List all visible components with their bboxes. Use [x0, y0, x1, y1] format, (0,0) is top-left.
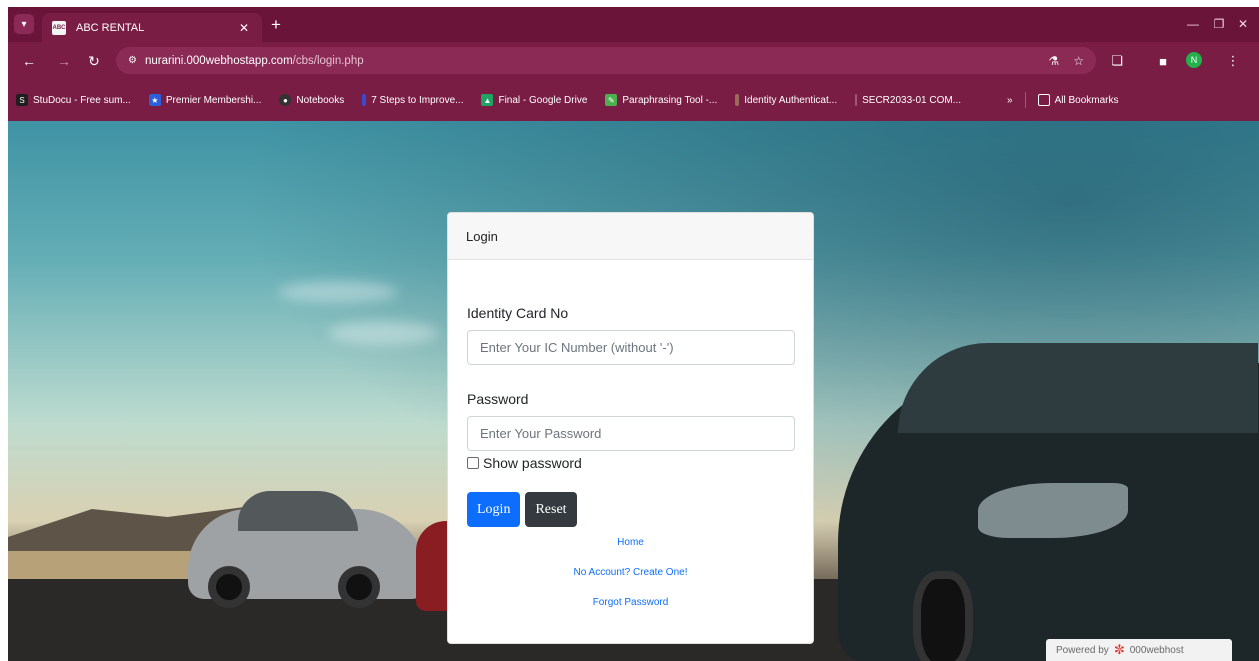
- address-bar[interactable]: ⚙ nurarini.000webhostapp.com/cbs/login.p…: [116, 47, 1096, 74]
- profile-avatar[interactable]: N: [1186, 52, 1202, 68]
- login-form: Identity Card No Password Show password …: [448, 305, 813, 608]
- bookmark-item[interactable]: SECR2033-01 COM...: [855, 94, 961, 106]
- url-host: nurarini.000webhostapp.com: [144, 54, 293, 67]
- site-info-icon[interactable]: ⚙: [128, 55, 137, 66]
- dark-car-image: [838, 343, 1259, 661]
- bookmark-label: Premier Membershi...: [165, 94, 262, 106]
- menu-icon[interactable]: ⋮: [1222, 51, 1244, 71]
- reset-button[interactable]: Reset: [525, 492, 577, 527]
- close-tab-icon[interactable]: ✕: [236, 21, 252, 35]
- identity-icon: [735, 94, 740, 106]
- browser-chrome: ▾ ABC ABC RENTAL ✕ + — ❐ ✕ ← → ↻ ⚙ nurar…: [8, 7, 1259, 121]
- show-password-toggle[interactable]: Show password: [467, 455, 794, 471]
- star-icon: ★: [148, 94, 161, 106]
- bookmark-item[interactable]: S StuDocu - Free sum...: [16, 94, 131, 106]
- tab-title: ABC RENTAL: [76, 21, 145, 34]
- show-password-checkbox[interactable]: [467, 457, 479, 469]
- bookmark-item[interactable]: Identity Authenticat...: [735, 94, 837, 106]
- site-favicon-icon: ABC: [52, 20, 66, 35]
- ic-number-input[interactable]: [467, 330, 795, 365]
- new-tab-icon[interactable]: +: [264, 13, 288, 37]
- card-title: Login: [466, 228, 498, 244]
- notebooks-icon: ●: [279, 94, 292, 106]
- key-icon[interactable]: ⚗: [1048, 54, 1059, 68]
- password-input[interactable]: [467, 416, 795, 451]
- page-content: Login Identity Card No Password Show pas…: [8, 121, 1259, 661]
- paraphrasing-icon: ✎: [605, 94, 618, 106]
- wheel: [208, 566, 250, 608]
- bookmark-label: StuDocu - Free sum...: [33, 94, 131, 106]
- ic-label: Identity Card No: [467, 305, 569, 321]
- more-bookmarks-icon[interactable]: »: [1007, 95, 1013, 106]
- bookmark-label: Paraphrasing Tool -...: [622, 94, 718, 106]
- back-icon[interactable]: ←: [18, 51, 40, 71]
- bookmark-label: Identity Authenticat...: [744, 94, 838, 106]
- wheel: [338, 566, 380, 608]
- bookmark-label: 7 Steps to Improve...: [371, 94, 464, 106]
- hosting-badge[interactable]: Powered by ✼ 000webhost: [1046, 639, 1232, 661]
- cloud: [328, 321, 438, 345]
- folder-icon: [1037, 94, 1050, 106]
- bookmark-star-icon[interactable]: ☆: [1073, 54, 1084, 68]
- close-window-icon[interactable]: ✕: [1230, 13, 1256, 35]
- side-panel-icon[interactable]: ■: [1152, 51, 1174, 71]
- bookmark-label: SECR2033-01 COM...: [862, 94, 962, 106]
- badge-brand: 000webhost: [1129, 644, 1184, 656]
- cloud: [278, 281, 398, 303]
- studocu-icon: S: [16, 94, 28, 106]
- bookmark-item[interactable]: ▲ Final - Google Drive: [481, 94, 587, 106]
- bookmark-item[interactable]: ★ Premier Membershi...: [148, 94, 262, 106]
- 000webhost-logo-icon: ✼: [1113, 642, 1125, 657]
- tab-search-icon[interactable]: ▾: [14, 14, 34, 34]
- bookmark-item[interactable]: 7 Steps to Improve...: [362, 94, 463, 106]
- url-text: nurarini.000webhostapp.com/cbs/login.php: [145, 55, 364, 67]
- show-password-label: Show password: [483, 455, 582, 471]
- wheel: [913, 571, 973, 661]
- forgot-password-link[interactable]: Forgot Password: [467, 597, 794, 608]
- all-bookmarks-label: All Bookmarks: [1054, 94, 1119, 106]
- bookmark-item[interactable]: ● Notebooks: [279, 94, 344, 106]
- login-button[interactable]: Login: [467, 492, 521, 527]
- bookmark-item[interactable]: ✎ Paraphrasing Tool -...: [605, 94, 717, 106]
- home-link[interactable]: Home: [467, 537, 794, 548]
- google-drive-icon: ▲: [481, 94, 494, 106]
- toolbar: ← → ↻ ⚙ nurarini.000webhostapp.com/cbs/l…: [8, 42, 1259, 79]
- secr-icon: [855, 94, 858, 106]
- bookmarks-divider: [1024, 92, 1026, 108]
- login-card: Login Identity Card No Password Show pas…: [447, 212, 814, 644]
- all-bookmarks-button[interactable]: All Bookmarks: [1037, 94, 1119, 106]
- card-header: Login: [448, 213, 813, 260]
- create-account-link[interactable]: No Account? Create One!: [467, 567, 794, 578]
- restore-icon[interactable]: ❐: [1206, 13, 1232, 35]
- bookmark-page-icon: [362, 94, 367, 106]
- bookmark-label: Notebooks: [296, 94, 345, 106]
- forward-icon[interactable]: →: [53, 51, 75, 71]
- button-row: Login Reset: [467, 492, 794, 527]
- reload-icon[interactable]: ↻: [83, 51, 105, 71]
- minimize-icon[interactable]: —: [1180, 13, 1206, 35]
- auth-links: Home No Account? Create One! Forgot Pass…: [467, 537, 794, 608]
- extensions-icon[interactable]: ❏: [1106, 51, 1128, 71]
- url-path: /cbs/login.php: [292, 54, 364, 67]
- tab-active[interactable]: ABC ABC RENTAL ✕: [42, 13, 262, 42]
- bookmark-label: Final - Google Drive: [498, 94, 588, 106]
- password-label: Password: [467, 391, 529, 407]
- tab-strip: ▾ ABC ABC RENTAL ✕ + — ❐ ✕: [8, 7, 1259, 42]
- bookmarks-bar: S StuDocu - Free sum... ★ Premier Membersh…: [8, 79, 1259, 121]
- badge-prefix: Powered by: [1056, 644, 1109, 656]
